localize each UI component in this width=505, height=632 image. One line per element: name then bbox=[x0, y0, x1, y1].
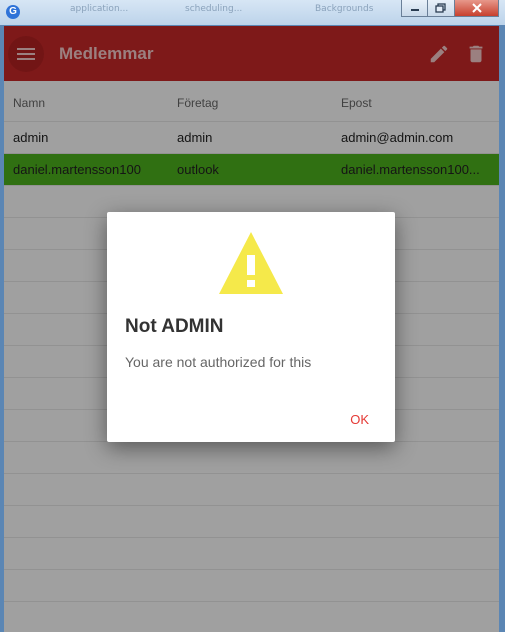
dialog-title: Not ADMIN bbox=[125, 316, 224, 337]
warning-icon bbox=[219, 232, 283, 294]
app-icon: G bbox=[6, 5, 20, 19]
alert-dialog: Not ADMIN You are not authorized for thi… bbox=[107, 212, 395, 442]
ok-button[interactable]: OK bbox=[342, 408, 377, 431]
browser-tab[interactable]: application... bbox=[70, 4, 160, 18]
dialog-message: You are not authorized for this bbox=[125, 354, 312, 370]
browser-tab[interactable]: scheduling... bbox=[185, 4, 275, 18]
window-titlebar: G application... scheduling... Backgroun… bbox=[0, 0, 505, 25]
minimize-icon bbox=[410, 9, 419, 11]
restore-icon bbox=[435, 3, 446, 13]
close-button[interactable] bbox=[455, 0, 499, 17]
close-icon bbox=[471, 3, 482, 13]
browser-tab[interactable]: Backgrounds bbox=[315, 4, 395, 18]
maximize-button[interactable] bbox=[428, 0, 455, 17]
minimize-button[interactable] bbox=[401, 0, 428, 17]
